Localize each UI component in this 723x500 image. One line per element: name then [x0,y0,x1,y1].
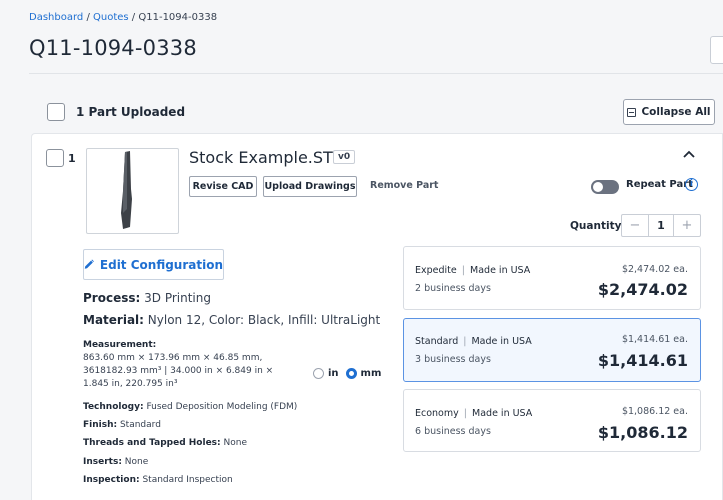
header-action-button[interactable] [710,36,723,64]
tier-name: Expedite [415,265,457,276]
tier-separator: | [463,336,467,347]
measurement-spec: Measurement: 863.60 mm × 173.96 mm × 46.… [83,339,308,391]
parts-uploaded-label: 1 Part Uploaded [76,105,186,119]
tier-origin: Made in USA [471,336,532,347]
part-name: Stock Example.STL [189,148,342,167]
quantity-value[interactable]: 1 [648,215,674,236]
inserts-value: None [124,457,149,467]
pricing-option-expedite[interactable]: Expedite | Made in USA 2 business days $… [403,246,701,310]
measurement-label: Measurement: [83,340,157,350]
unit-price: $1,414.61 ea. [621,334,688,345]
pricing-tier: Expedite | Made in USA [415,265,530,276]
pricing-tier: Economy | Made in USA [415,408,532,419]
tier-origin: Made in USA [470,265,531,276]
part-preview-image [121,151,132,229]
page-title: Q11-1094-0338 [29,36,197,60]
inspection-value: Standard Inspection [142,475,233,485]
unit-in-radio[interactable] [313,368,324,379]
increment-button[interactable]: + [674,218,700,233]
collapse-all-label: Collapse All [641,106,711,118]
unit-selector: in mm [313,368,381,379]
select-all-checkbox[interactable] [47,103,65,121]
edit-configuration-label: Edit Configuration [99,257,223,272]
tier-origin: Made in USA [472,408,533,419]
pencil-icon [84,259,94,269]
unit-price: $1,086.12 ea. [621,406,688,417]
measurement-line: 1.845 in, 220.795 in³ [83,379,178,389]
repeat-part-label: Repeat Part [626,179,693,190]
material-value: Nylon 12, Color: Black, Infill: UltraLig… [147,313,381,327]
lead-time: 2 business days [415,283,491,294]
breadcrumb-separator: / [83,12,93,23]
material-spec: Material: Nylon 12, Color: Black, Infill… [83,313,380,327]
header-divider [29,73,723,74]
part-number: 1 [68,152,76,165]
inspection-spec: Inspection: Standard Inspection [83,475,233,485]
upload-drawings-button[interactable]: Upload Drawings [263,176,357,197]
part-thumbnail[interactable] [86,148,179,234]
technology-value: Fused Deposition Modeling (FDM) [146,402,298,412]
finish-value: Standard [119,420,161,430]
pricing-tier: Standard | Made in USA [415,336,532,347]
process-value: 3D Printing [144,291,211,305]
threads-label: Threads and Tapped Holes: [83,438,221,448]
version-badge: v0 [333,150,356,164]
process-spec: Process: 3D Printing [83,291,211,305]
breadcrumb-separator: / [128,12,139,23]
tier-name: Economy [415,408,459,419]
technology-label: Technology: [83,402,144,412]
inspection-label: Inspection: [83,475,140,485]
parts-uploaded-row: 1 Part Uploaded [47,103,185,121]
pricing-option-economy[interactable]: Economy | Made in USA 6 business days $1… [403,389,701,452]
collapse-all-button[interactable]: Collapse All [623,99,715,125]
decrement-button[interactable]: − [622,218,648,233]
tier-separator: | [461,265,465,276]
pricing-option-standard[interactable]: Standard | Made in USA 3 business days $… [403,318,701,382]
revise-cad-button[interactable]: Revise CAD [189,176,257,197]
total-price: $1,086.12 [597,423,688,442]
total-price: $2,474.02 [597,280,688,299]
breadcrumb: Dashboard / Quotes / Q11-1094-0338 [29,12,217,23]
edit-configuration-button[interactable]: Edit Configuration [83,249,224,280]
threads-spec: Threads and Tapped Holes: None [83,438,247,448]
inserts-label: Inserts: [83,457,122,467]
chevron-up-icon[interactable] [683,150,695,158]
tier-separator: | [463,408,467,419]
measurement-line: 863.60 mm × 173.96 mm × 46.85 mm, [83,353,263,363]
inserts-spec: Inserts: None [83,457,148,467]
lead-time: 6 business days [415,426,491,437]
tier-name: Standard [415,336,459,347]
threads-value: None [223,438,247,448]
measurement-line: 3618182.93 mm³ | 34.000 in × 6.849 in × [83,366,274,376]
process-label: Process: [83,291,141,305]
breadcrumb-quotes-link[interactable]: Quotes [93,12,129,23]
finish-spec: Finish: Standard [83,420,161,430]
breadcrumb-current: Q11-1094-0338 [138,12,218,23]
unit-price: $2,474.02 ea. [621,264,688,275]
lead-time: 3 business days [415,354,491,365]
remove-part-link[interactable]: Remove Part [370,180,438,191]
part-checkbox[interactable] [46,149,64,167]
unit-mm-radio[interactable] [345,368,357,379]
unit-mm-label: mm [360,368,382,379]
technology-spec: Technology: Fused Deposition Modeling (F… [83,402,297,412]
finish-label: Finish: [83,420,118,430]
collapse-icon [627,107,637,117]
info-icon[interactable]: i [685,178,698,191]
quantity-label: Quantity [570,220,622,232]
breadcrumb-dashboard-link[interactable]: Dashboard [29,12,83,23]
total-price: $1,414.61 [597,351,688,370]
material-label: Material: [83,313,144,327]
repeat-part-toggle[interactable] [591,180,619,194]
unit-in-label: in [328,368,339,379]
quantity-stepper: − 1 + [621,214,701,237]
